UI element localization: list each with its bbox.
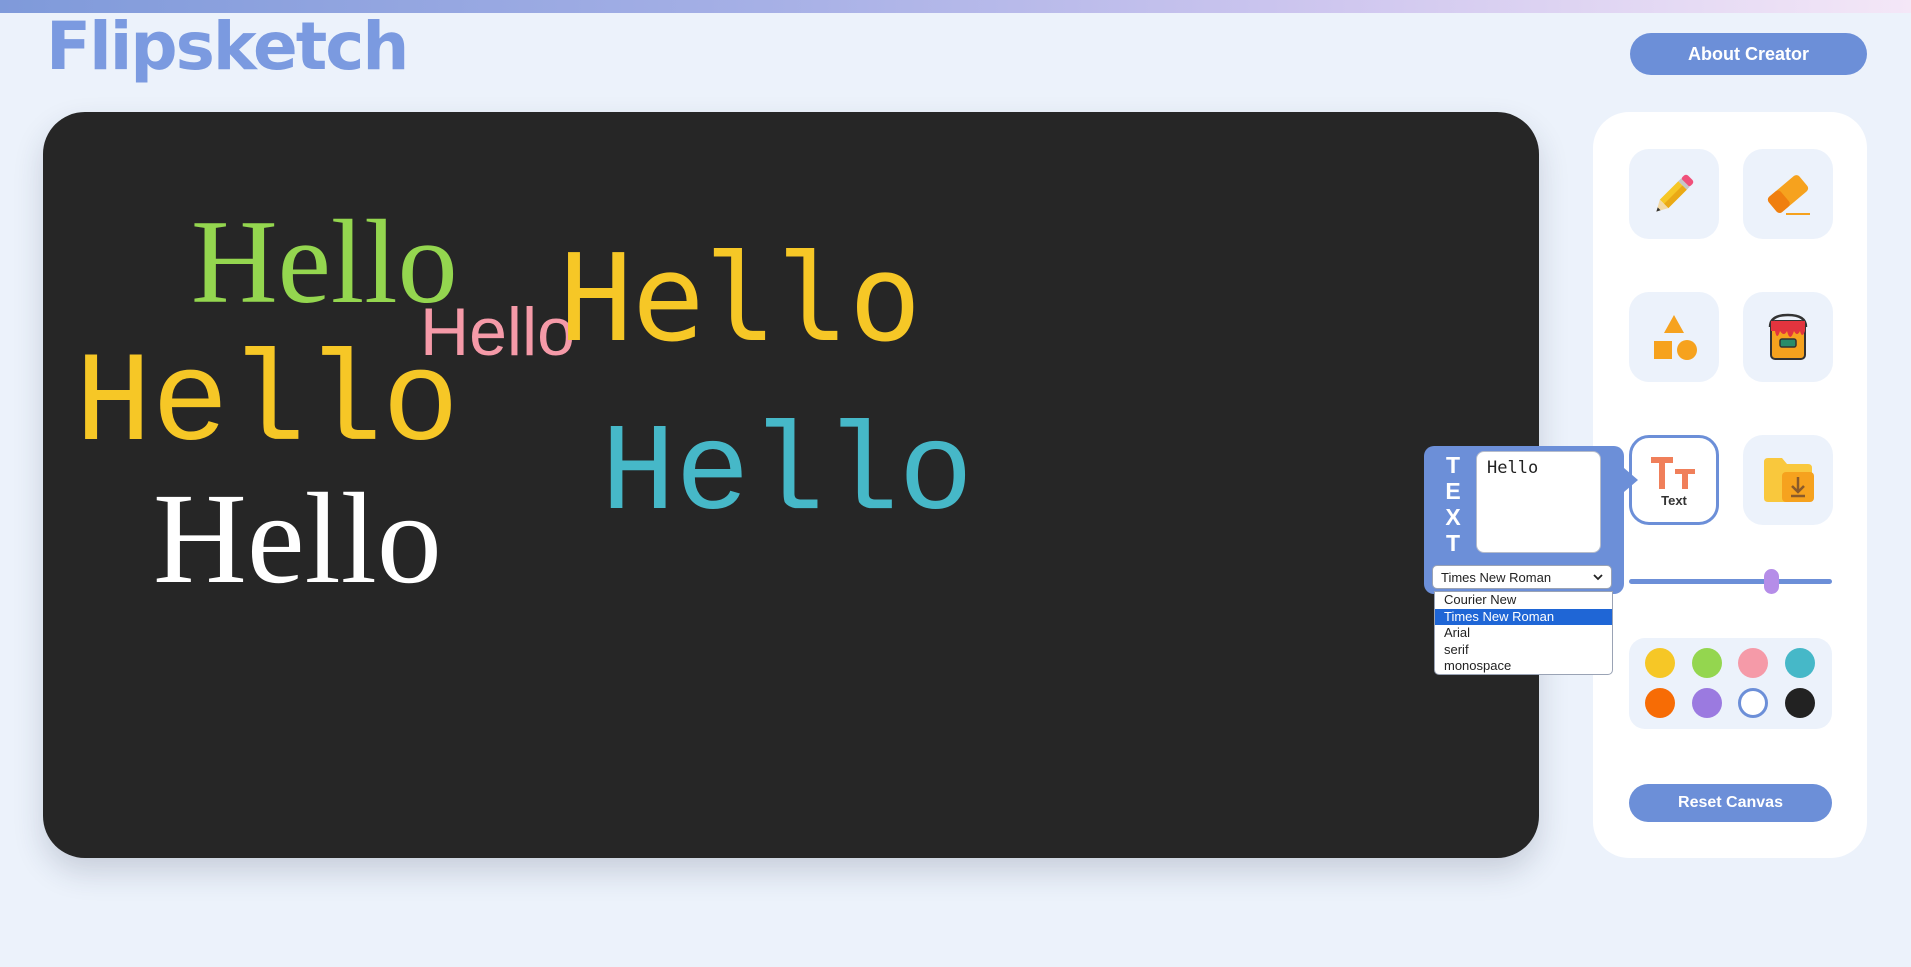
chevron-down-icon <box>1593 574 1603 581</box>
text-popup-label: T E X T <box>1445 452 1461 556</box>
brush-size-slider[interactable] <box>1629 579 1832 584</box>
font-select-value: Times New Roman <box>1441 569 1552 585</box>
shapes-icon <box>1654 315 1697 360</box>
font-dropdown-list: Courier New Times New Roman Arial serif … <box>1434 591 1613 675</box>
drawing-canvas[interactable]: Hello Hello Hello Hello Hello Hello <box>43 112 1539 858</box>
reset-canvas-button[interactable]: Reset Canvas <box>1629 784 1832 822</box>
eraser-icon <box>1767 175 1810 215</box>
color-swatch-teal[interactable] <box>1785 648 1815 678</box>
font-option-serif[interactable]: serif <box>1435 642 1612 659</box>
folder-download-icon <box>1764 458 1814 502</box>
shapes-tool-button[interactable] <box>1629 292 1719 382</box>
font-option-courier-new[interactable]: Courier New <box>1435 592 1612 609</box>
font-option-arial[interactable]: Arial <box>1435 625 1612 642</box>
canvas-text: Hello <box>601 406 974 546</box>
font-family-select[interactable]: Times New Roman <box>1432 565 1612 589</box>
color-swatch-green[interactable] <box>1692 648 1722 678</box>
brush-size-slider-thumb[interactable] <box>1764 569 1779 594</box>
canvas-text: Hello <box>191 195 458 328</box>
text-tool-button[interactable]: Text <box>1629 435 1719 525</box>
color-swatch-orange[interactable] <box>1645 688 1675 718</box>
text-size-icon <box>1651 456 1695 489</box>
popup-arrow <box>1624 468 1638 492</box>
app-logo: Flipsketch <box>46 8 409 85</box>
color-swatch-black[interactable] <box>1785 688 1815 718</box>
color-swatch-yellow[interactable] <box>1645 648 1675 678</box>
paint-bucket-icon <box>1768 313 1808 360</box>
font-option-monospace[interactable]: monospace <box>1435 658 1612 675</box>
eraser-tool-button[interactable] <box>1743 149 1833 239</box>
color-swatch-pink[interactable] <box>1738 648 1768 678</box>
pencil-tool-button[interactable] <box>1629 149 1719 239</box>
canvas-text: Hello <box>153 467 442 611</box>
color-swatch-purple[interactable] <box>1692 688 1722 718</box>
text-content-input[interactable] <box>1476 451 1601 553</box>
text-tool-label: Text <box>1661 492 1687 508</box>
font-option-times-new-roman[interactable]: Times New Roman <box>1435 608 1612 626</box>
canvas-text: Hello <box>560 230 922 369</box>
save-tool-button[interactable] <box>1743 435 1833 525</box>
about-creator-button[interactable]: About Creator <box>1630 33 1867 75</box>
pencil-icon <box>1656 174 1694 212</box>
color-swatch-white[interactable] <box>1738 688 1768 718</box>
canvas-text: Hello <box>75 333 460 478</box>
fill-tool-button[interactable] <box>1743 292 1833 382</box>
